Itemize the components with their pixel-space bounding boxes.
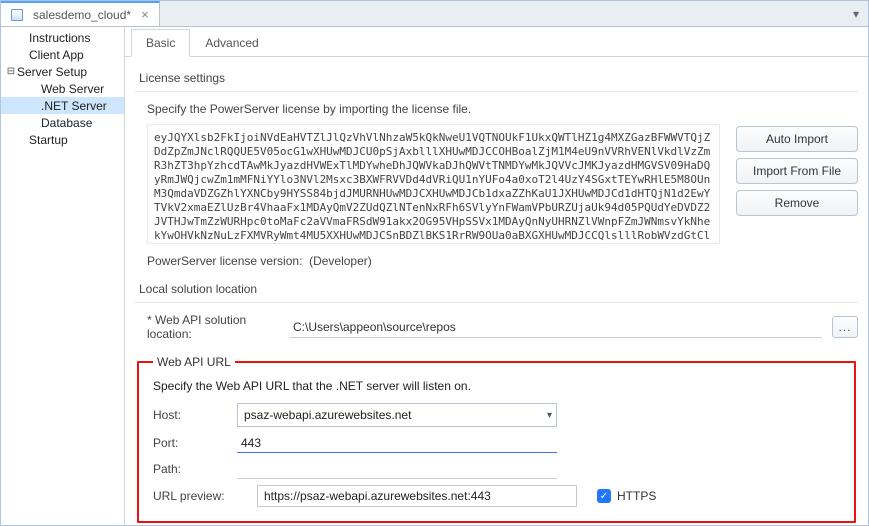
host-value: psaz-webapi.azurewebsites.net xyxy=(244,408,411,422)
license-description: Specify the PowerServer license by impor… xyxy=(147,102,858,116)
license-textarea[interactable]: eyJQYXlsb2FkIjoiNVdEaHVTZlJlQzVhVlNhzaW5… xyxy=(147,124,720,244)
tab-overflow-dropdown[interactable]: ▾ xyxy=(848,6,864,22)
port-input[interactable] xyxy=(237,433,557,453)
web-api-legend: Web API URL xyxy=(153,355,235,369)
tree-item-label: Startup xyxy=(29,133,68,147)
web-api-description: Specify the Web API URL that the .NET se… xyxy=(153,379,840,393)
document-tab[interactable]: salesdemo_cloud* × xyxy=(1,1,160,26)
tree-item-client-app[interactable]: Client App xyxy=(1,46,124,63)
tree-item-startup[interactable]: Startup xyxy=(1,131,124,148)
collapse-icon[interactable]: ⊟ xyxy=(5,66,17,77)
remove-button[interactable]: Remove xyxy=(736,190,858,216)
import-from-file-button[interactable]: Import From File xyxy=(736,158,858,184)
settings-tabs: Basic Advanced xyxy=(125,27,868,57)
tree-item-server-setup[interactable]: ⊟Server Setup xyxy=(1,63,124,80)
license-version-label: PowerServer license version: xyxy=(147,254,302,268)
tree-item-instructions[interactable]: Instructions xyxy=(1,29,124,46)
document-tab-title: salesdemo_cloud* xyxy=(33,8,131,22)
tree-item-web-server[interactable]: Web Server xyxy=(1,80,124,97)
url-preview-label: URL preview: xyxy=(153,489,237,503)
solution-location-label: * Web API solution location: xyxy=(147,313,285,341)
check-icon: ✓ xyxy=(597,489,611,503)
tab-basic[interactable]: Basic xyxy=(131,29,190,57)
path-label: Path: xyxy=(153,462,237,476)
divider xyxy=(135,302,858,303)
close-icon[interactable]: × xyxy=(141,8,149,21)
browse-button[interactable]: ... xyxy=(832,316,858,338)
document-tabbar: salesdemo_cloud* × ▾ xyxy=(1,1,868,27)
navigation-tree: InstructionsClient App⊟Server SetupWeb S… xyxy=(1,27,125,525)
https-label: HTTPS xyxy=(617,489,656,503)
auto-import-button[interactable]: Auto Import xyxy=(736,126,858,152)
tree-item-label: .NET Server xyxy=(41,99,107,113)
chevron-down-icon: ▾ xyxy=(853,7,859,21)
content-scroll[interactable]: License settings Specify the PowerServer… xyxy=(125,57,868,525)
divider xyxy=(135,91,858,92)
tree-item-label: Instructions xyxy=(29,31,90,45)
license-version-value: (Developer) xyxy=(309,254,372,268)
tree-item--net-server[interactable]: .NET Server xyxy=(1,97,124,114)
project-icon xyxy=(11,9,23,21)
chevron-down-icon: ▾ xyxy=(547,410,552,421)
tree-item-database[interactable]: Database xyxy=(1,114,124,131)
tree-item-label: Server Setup xyxy=(17,65,87,79)
host-label: Host: xyxy=(153,408,237,422)
tab-advanced[interactable]: Advanced xyxy=(190,29,273,57)
web-api-group: Web API URL Specify the Web API URL that… xyxy=(137,355,856,523)
tree-item-label: Client App xyxy=(29,48,84,62)
https-checkbox[interactable]: ✓ HTTPS xyxy=(597,489,656,503)
license-group-label: License settings xyxy=(139,71,858,85)
solution-location-input[interactable] xyxy=(289,316,822,338)
tree-item-label: Database xyxy=(41,116,92,130)
solution-group-label: Local solution location xyxy=(139,282,858,296)
tree-item-label: Web Server xyxy=(41,82,104,96)
port-label: Port: xyxy=(153,436,237,450)
path-input[interactable] xyxy=(237,459,557,479)
url-preview-value: https://psaz-webapi.azurewebsites.net:44… xyxy=(257,485,577,507)
host-combobox[interactable]: psaz-webapi.azurewebsites.net ▾ xyxy=(237,403,557,427)
